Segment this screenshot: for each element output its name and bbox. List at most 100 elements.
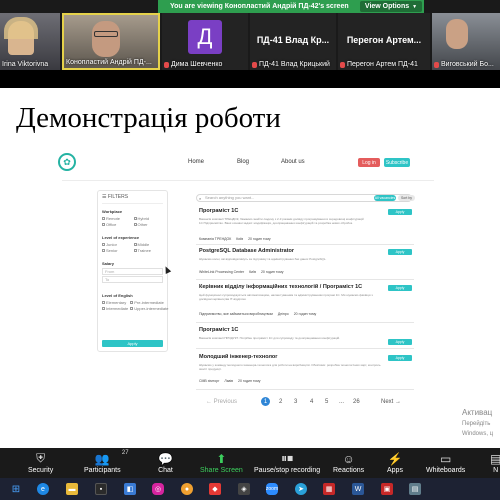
subscribe-button[interactable]: Subscribe — [384, 158, 410, 167]
job-card[interactable]: Молодший інженер-технолог Шукаємо у кома… — [196, 352, 414, 390]
people-icon: 👥 — [94, 451, 110, 466]
salary-from-input[interactable]: From — [102, 268, 163, 275]
glasses-icon — [94, 31, 118, 37]
filter-checkbox[interactable]: Upper-intermediate — [130, 306, 168, 311]
app-icon[interactable]: ▤ — [409, 483, 421, 495]
participants-count: 27 — [121, 450, 129, 456]
apps-button[interactable]: ⚡ Apps — [387, 450, 403, 475]
page-4[interactable]: 4 — [310, 399, 313, 405]
terminal-icon[interactable]: ▪ — [95, 483, 107, 495]
app-icon[interactable]: ◆ — [209, 483, 221, 495]
page-ellipsis: ... — [339, 399, 345, 405]
page-5[interactable]: 5 — [325, 399, 328, 405]
filter-checkbox[interactable]: Hybrid — [133, 216, 164, 221]
page-last[interactable]: 26 — [353, 399, 360, 405]
app-icon[interactable]: ▣ — [381, 483, 393, 495]
filter-checkbox[interactable]: Remote — [102, 216, 132, 221]
chat-icon: 💬 — [158, 451, 173, 466]
whiteboards-button[interactable]: ▭ Whiteboards — [426, 450, 465, 475]
page-2[interactable]: 2 — [279, 399, 282, 405]
pause-recording-button[interactable]: ⏸⏹ Pause/stop recording — [254, 450, 320, 474]
pagination-previous[interactable]: ← Previous — [206, 399, 237, 405]
filter-label: Level of English — [102, 293, 133, 298]
job-title[interactable]: Програміст 1С — [199, 208, 238, 214]
filter-checkbox[interactable]: Intermediate — [102, 306, 128, 311]
security-button[interactable]: ⛨ Security — [28, 450, 53, 474]
participant-tile[interactable]: ПД-41 Влад Кр... ПД-41 Влад Крицький — [250, 13, 336, 70]
word-icon[interactable]: W — [352, 483, 364, 495]
apply-button[interactable]: Apply — [388, 249, 412, 255]
slide-title: Демонстрація роботи — [16, 102, 281, 134]
job-card[interactable]: Керівник відділу інформаційних технологі… — [196, 282, 414, 323]
chat-button[interactable]: 💬 Chat — [158, 450, 173, 475]
participant-video — [446, 19, 468, 49]
telegram-icon[interactable]: ➤ — [295, 483, 307, 495]
pdf-icon[interactable]: ▦ — [323, 483, 335, 495]
filter-checkbox[interactable]: Senior — [102, 248, 132, 253]
job-title[interactable]: Керівник відділу інформаційних технологі… — [199, 284, 362, 290]
site-logo-icon[interactable]: ✿ — [58, 153, 76, 171]
apply-button[interactable]: Apply — [388, 339, 412, 345]
apply-button[interactable]: Apply — [388, 355, 412, 361]
job-title[interactable]: PostgreSQL Database Administrator — [199, 248, 294, 254]
pagination-next[interactable]: Next → — [381, 399, 401, 405]
job-title[interactable]: Програміст 1С — [199, 327, 238, 333]
filter-checkbox[interactable]: Trainee — [133, 248, 164, 253]
app-icon[interactable]: ◈ — [238, 483, 250, 495]
browser-icon[interactable]: ● — [181, 483, 193, 495]
share-screen-button[interactable]: ⬆ Share Screen — [200, 450, 243, 475]
apply-button[interactable]: Apply — [388, 209, 412, 215]
job-description: Вакансія компанії ПРОДУКТ. Потрібен прог… — [199, 336, 341, 340]
filters-header: ☰ FILTERS — [102, 194, 163, 204]
windows-start-icon[interactable]: ⊞ — [10, 483, 22, 495]
view-options-button[interactable]: View Options ▼ — [360, 1, 422, 12]
nav-home[interactable]: Home — [188, 159, 204, 165]
filter-checkbox[interactable]: Junior — [102, 242, 132, 247]
share-banner-text: You are viewing Конопластий Андрій ПД-42… — [170, 3, 349, 10]
notes-button[interactable]: ▤ N — [490, 450, 500, 475]
participant-tile-active[interactable]: Конопластий Андрій ПД-... — [62, 13, 160, 70]
participant-tile[interactable]: Д Дима Шевченко — [162, 13, 248, 70]
job-title[interactable]: Молодший інженер-технолог — [199, 354, 278, 360]
participants-button[interactable]: 👥 27 Participants — [84, 450, 129, 474]
shield-icon: ⛨ — [36, 451, 46, 465]
apply-filters-button[interactable]: Apply — [102, 340, 163, 347]
job-card[interactable]: PostgreSQL Database Administrator Шукаєм… — [196, 246, 414, 280]
participant-tile[interactable]: Перегон Артем... Перегон Артем ПД-41 — [338, 13, 430, 70]
salary-to-input[interactable]: To — [102, 276, 163, 283]
activation-watermark: Перейдіть — [462, 421, 491, 427]
nav-blog[interactable]: Blog — [237, 159, 249, 165]
nav-about[interactable]: About us — [281, 159, 305, 165]
filter-checkbox[interactable]: Elementary — [102, 300, 128, 305]
page-1[interactable]: 1 — [261, 397, 270, 406]
mic-muted-icon — [164, 61, 169, 68]
apply-button[interactable]: Apply — [388, 285, 412, 291]
edge-icon[interactable]: e — [37, 483, 49, 495]
filter-checkbox[interactable]: Middle — [133, 242, 164, 247]
job-card[interactable]: Програміст 1С Вакансія компанії ПРОДУКТ.… — [196, 325, 414, 349]
all-vacancies-chip[interactable]: All vacancies — [374, 195, 396, 201]
zoom-icon[interactable]: zoom — [266, 483, 278, 495]
search-icon: ⌕ — [199, 196, 202, 201]
page-3[interactable]: 3 — [294, 399, 297, 405]
instagram-icon[interactable]: ◎ — [152, 483, 164, 495]
login-button[interactable]: Log in — [358, 158, 380, 167]
job-card[interactable]: Програміст 1С Вакансія компанії ТРЕНДОК,… — [196, 206, 414, 245]
file-explorer-icon[interactable]: ▬ — [66, 483, 78, 495]
nav-divider — [62, 180, 434, 181]
store-icon[interactable]: ◧ — [124, 483, 136, 495]
job-description: Шукаємо у команду молодшого інженера-тех… — [199, 363, 381, 371]
filter-checkbox[interactable]: Pre-intermediate — [130, 300, 168, 305]
filter-checkbox[interactable]: Other — [133, 222, 164, 227]
job-meta: Компанія ТРЕНДОК Київ 20 годин тому — [199, 237, 271, 241]
apps-icon: ⚡ — [387, 451, 403, 466]
participant-video — [92, 21, 120, 57]
filter-label: Salary — [102, 261, 115, 266]
reactions-button[interactable]: ☺ Reactions — [333, 450, 364, 475]
participant-tile[interactable]: Виговський Бо... — [432, 13, 500, 70]
job-meta: WhiteLink Processing Center Київ 20 годин … — [199, 270, 284, 274]
filter-checkbox[interactable]: Office — [102, 222, 132, 227]
job-description: Цей функціонал супроводжується автоматиз… — [199, 293, 373, 301]
participant-tile[interactable]: Irina Viktorivna — [0, 13, 60, 70]
sort-chip[interactable]: Sort by — [398, 195, 415, 201]
